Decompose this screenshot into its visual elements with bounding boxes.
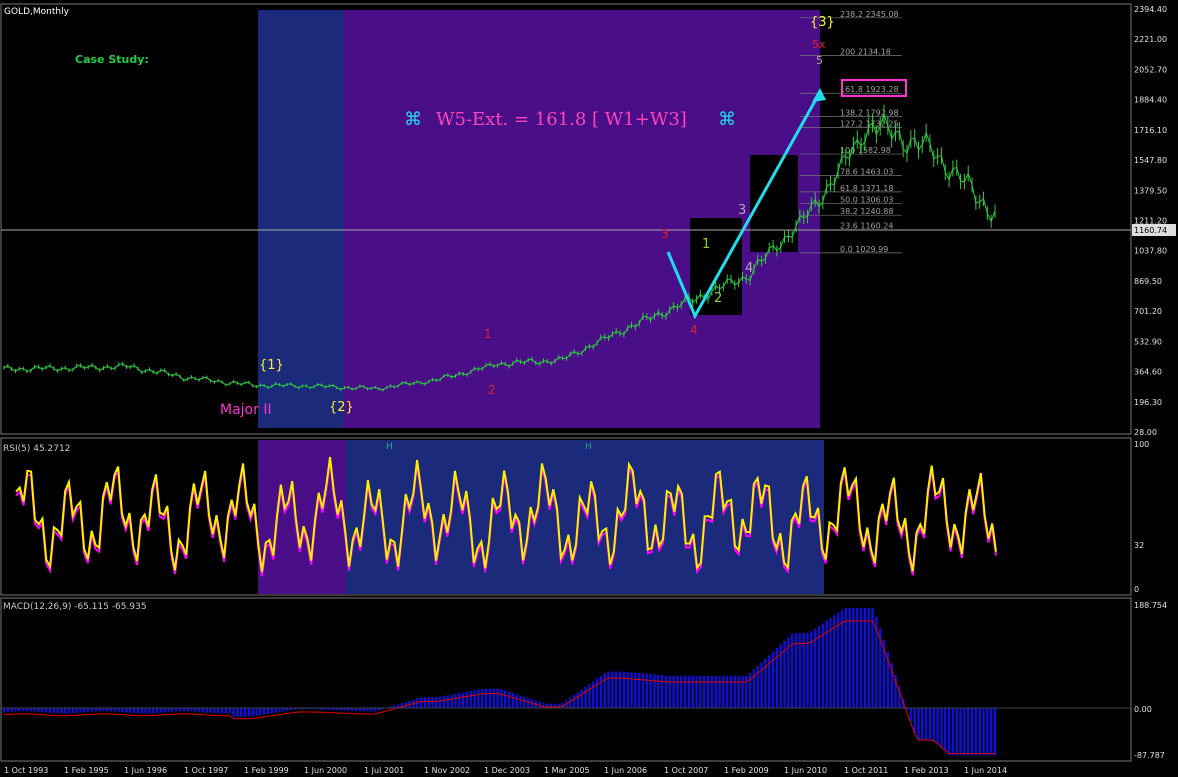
date-axis-tick: 1 Feb 2013 — [904, 766, 949, 775]
fib-label: 200 2134.18 — [840, 48, 891, 57]
wave-label-5x: 5x — [812, 38, 826, 51]
price-axis-tick: 1379.50 — [1134, 186, 1167, 195]
fib-label: 50.0 1306.03 — [840, 196, 893, 205]
fib-label: 161.8 1923.28 — [840, 85, 899, 94]
wave-label-gray-3: 3 — [738, 203, 746, 218]
date-axis-tick: 1 Jun 2010 — [784, 766, 827, 775]
date-axis: 1 Oct 1993 1 Feb 1995 1 Jun 1996 1 Oct 1997… — [4, 766, 1007, 775]
price-axis-tick: 2052.70 — [1134, 65, 1167, 74]
date-axis-tick: 1 Jul 2001 — [364, 766, 404, 775]
price-axis-tick: 869.50 — [1134, 277, 1162, 286]
fib-label: 61.8 1371.18 — [840, 184, 893, 193]
rsi-level-32: 32 — [1134, 541, 1144, 550]
wave-label-major-1: {1} — [259, 358, 284, 373]
wave-label-green-1: 1 — [702, 237, 710, 252]
date-axis-tick: 1 Jun 2000 — [304, 766, 347, 775]
date-axis-tick: 1 Mar 2005 — [544, 766, 590, 775]
wave-label-gray-4: 4 — [745, 261, 753, 276]
date-axis-tick: 1 Feb 1995 — [64, 766, 109, 775]
case-study-label: Case Study: — [75, 53, 149, 66]
fib-label: 127.2 1732.25 — [840, 119, 899, 128]
wave-label-red-1: 1 — [484, 327, 492, 341]
date-axis-tick: 1 Oct 2007 — [664, 766, 708, 775]
price-axis-tick: 28.00 — [1134, 428, 1157, 437]
macd-level-top: 188.754 — [1134, 601, 1167, 610]
wave-label-red-4: 4 — [690, 323, 698, 337]
wave-label-major-2: {2} — [329, 400, 354, 415]
price-axis-tick: 364.60 — [1134, 368, 1162, 377]
wave-label-major-3: {3} — [810, 15, 835, 30]
date-axis-tick: 1 Jun 2014 — [964, 766, 1007, 775]
rsi-h-marker-2: H — [585, 442, 592, 452]
headline-icon-left: ⌘ — [404, 109, 422, 130]
date-axis-tick: 1 Jun 1996 — [124, 766, 167, 775]
fib-label: 238.2 2345.08 — [840, 10, 899, 19]
current-price-value: 1160.74 — [1134, 226, 1167, 235]
rsi-level-100: 100 — [1134, 440, 1149, 449]
fib-label: 38.2 1240.88 — [840, 207, 893, 216]
macd-label: MACD(12,26,9) -65.115 -65.935 — [3, 602, 147, 612]
macd-level-zero: 0.00 — [1134, 705, 1152, 714]
price-axis-tick: 1037.80 — [1134, 247, 1167, 256]
date-axis-tick: 1 Oct 1993 — [4, 766, 48, 775]
date-axis-tick: 1 Feb 2009 — [724, 766, 769, 775]
date-axis-tick: 1 Oct 1997 — [184, 766, 228, 775]
macd-level-bottom: -87.787 — [1134, 751, 1165, 760]
fib-label: 100 1582.98 — [840, 146, 891, 155]
date-axis-tick: 1 Jun 2006 — [604, 766, 647, 775]
rsi-purple-zone — [258, 440, 346, 594]
price-axis-tick: 2221.00 — [1134, 35, 1167, 44]
rsi-h-marker-1: H — [386, 442, 393, 452]
fib-label: 78.6 1463.03 — [840, 167, 893, 176]
headline-icon-right: ⌘ — [718, 109, 736, 130]
headline-text: W5-Ext. = 161.8 [ W1+W3] — [436, 109, 687, 130]
price-axis-tick: 1884.40 — [1134, 96, 1167, 105]
price-axis-tick: 1716.10 — [1134, 126, 1167, 135]
date-axis-tick: 1 Nov 2002 — [424, 766, 470, 775]
price-axis-tick: 532.90 — [1134, 337, 1162, 346]
date-axis-tick: 1 Oct 2011 — [844, 766, 888, 775]
wave-label-red-2: 2 — [488, 383, 496, 397]
price-axis-tick: 2394.40 — [1134, 5, 1167, 14]
price-axis: 2394.40 2221.00 2052.70 1884.40 1716.10 1547.… — [1134, 5, 1167, 437]
wave-label-gray-5: 5 — [816, 54, 823, 67]
rsi-label: RSI(5) 45.2712 — [3, 444, 70, 454]
gold-chart: 238.2 2345.08200 2134.18161.8 1923.28138… — [0, 3, 1176, 775]
rsi-level-0: 0 — [1134, 585, 1139, 594]
fib-label: 0.0 1029.99 — [840, 245, 888, 254]
wave-label-red-3: 3 — [661, 227, 669, 241]
date-axis-tick: 1 Dec 2003 — [484, 766, 530, 775]
wave-label-green-2: 2 — [714, 291, 722, 306]
symbol-title: GOLD,Monthly — [4, 7, 70, 17]
fib-label: 23.6 1160.24 — [840, 222, 893, 231]
price-axis-tick: 701.20 — [1134, 307, 1162, 316]
date-axis-tick: 1 Feb 1999 — [244, 766, 289, 775]
price-axis-tick: 196.30 — [1134, 398, 1162, 407]
price-axis-tick: 1547.80 — [1134, 156, 1167, 165]
wave-label-major-ii: Major II — [220, 402, 272, 418]
fib-label: 138.2 1792.98 — [840, 109, 899, 118]
